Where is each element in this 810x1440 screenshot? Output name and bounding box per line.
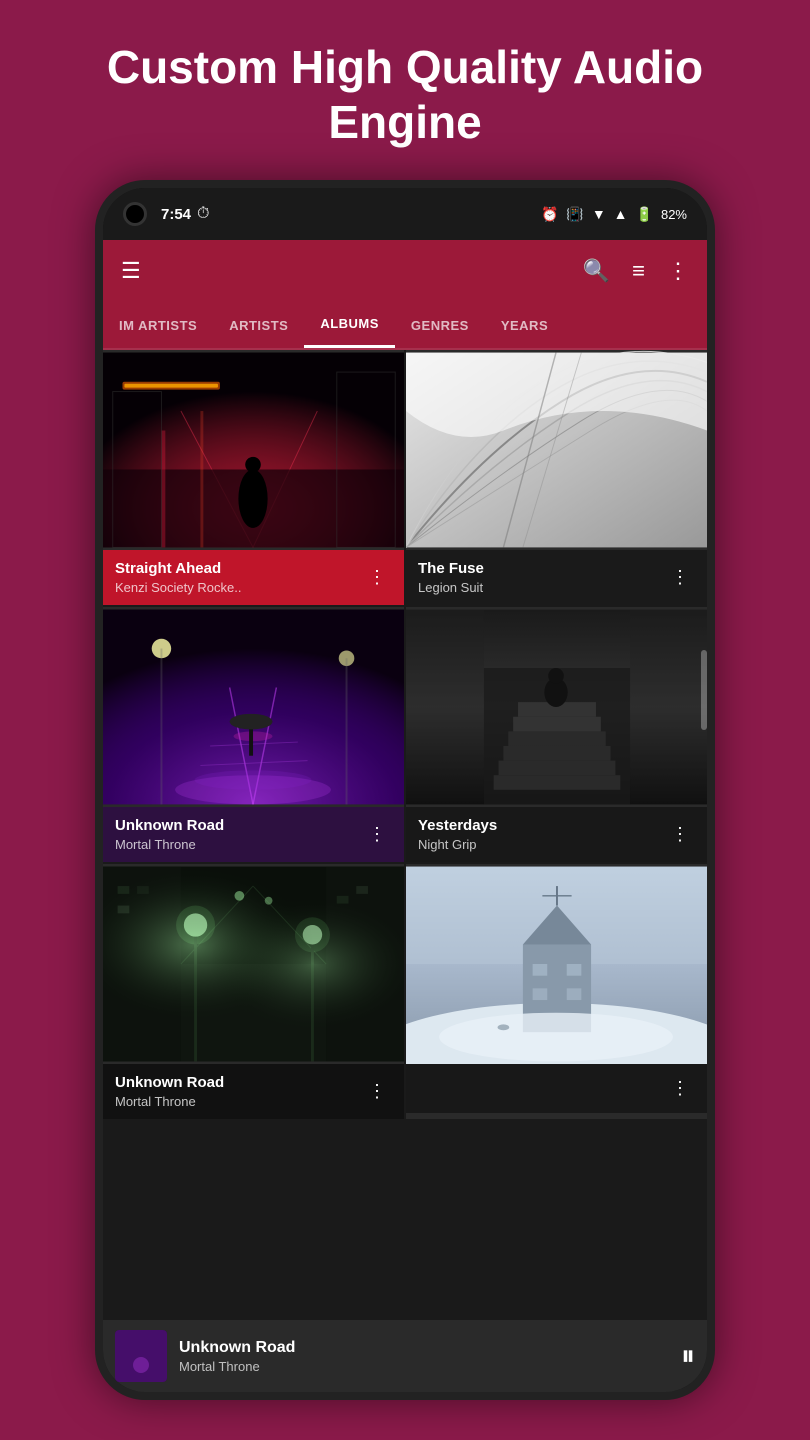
album-item-fuse[interactable]: The Fuse Legion Suit ⋮: [406, 350, 707, 605]
now-playing-bar[interactable]: Unknown Road Mortal Throne ⏸: [103, 1320, 707, 1392]
more-options-icon[interactable]: ⋮: [667, 258, 689, 284]
tabs-bar: IM ARTISTS ARTISTS ALBUMS GENRES YEARS: [103, 302, 707, 350]
album-item-unknown-road[interactable]: Unknown Road Mortal Throne ⋮: [103, 607, 404, 862]
album-more-fuse[interactable]: ⋮: [665, 563, 695, 592]
album-title-yesterdays: Yesterdays: [418, 817, 665, 835]
album-subtitle-straight-ahead: Kenzi Society Rocke..: [115, 580, 362, 595]
album-info-yesterdays: Yesterdays Night Grip ⋮: [406, 807, 707, 862]
battery-level: 82%: [661, 207, 687, 222]
album-title-fuse: The Fuse: [418, 560, 665, 578]
page-header-title: Custom High Quality Audio Engine: [0, 0, 810, 180]
album-text-fuse: The Fuse Legion Suit: [418, 560, 665, 595]
filter-icon[interactable]: ≡: [632, 258, 645, 284]
scroll-indicator: [701, 650, 707, 730]
signal-icon: ▲: [614, 206, 628, 222]
tab-albums[interactable]: ALBUMS: [304, 302, 395, 348]
album-subtitle-unknown-road-2: Mortal Throne: [115, 1094, 362, 1109]
album-more-yesterdays[interactable]: ⋮: [665, 820, 695, 849]
album-text-arctic: [418, 1088, 665, 1090]
album-info-arctic: ⋮: [406, 1064, 707, 1113]
now-playing-thumbnail: [115, 1330, 167, 1382]
album-info-fuse: The Fuse Legion Suit ⋮: [406, 550, 707, 605]
toolbar: ☰ 🔍 ≡ ⋮: [103, 240, 707, 302]
album-item-arctic[interactable]: ⋮: [406, 864, 707, 1119]
album-text-unknown-road-2: Unknown Road Mortal Throne: [115, 1074, 362, 1109]
album-subtitle-unknown-road: Mortal Throne: [115, 837, 362, 852]
status-bar: 7:54 ⏱ ⏰ 📳 ▼ ▲ 🔋 82%: [103, 188, 707, 240]
menu-icon[interactable]: ☰: [121, 258, 141, 284]
alarm-icon: ⏰: [541, 206, 558, 223]
status-left: 7:54 ⏱: [123, 202, 210, 226]
album-grid: Straight Ahead Kenzi Society Rocke.. ⋮: [103, 350, 707, 1119]
tab-genres[interactable]: GENRES: [395, 302, 485, 348]
album-text-unknown-road: Unknown Road Mortal Throne: [115, 817, 362, 852]
vibrate-icon: 📳: [566, 206, 583, 223]
album-item-unknown-road-2[interactable]: Unknown Road Mortal Throne ⋮: [103, 864, 404, 1119]
battery-icon: 🔋: [636, 206, 653, 223]
album-text-yesterdays: Yesterdays Night Grip: [418, 817, 665, 852]
album-subtitle-fuse: Legion Suit: [418, 580, 665, 595]
album-title-unknown-road: Unknown Road: [115, 817, 362, 835]
album-item-straight-ahead[interactable]: Straight Ahead Kenzi Society Rocke.. ⋮: [103, 350, 404, 605]
now-playing-controls: ⏸: [681, 1340, 695, 1373]
album-title-unknown-road-2: Unknown Road: [115, 1074, 362, 1092]
album-more-unknown-road[interactable]: ⋮: [362, 820, 392, 849]
tab-years[interactable]: YEARS: [485, 302, 564, 348]
tab-im-artists[interactable]: IM ARTISTS: [103, 302, 213, 348]
album-more-straight-ahead[interactable]: ⋮: [362, 563, 392, 592]
tab-artists[interactable]: ARTISTS: [213, 302, 304, 348]
album-more-arctic[interactable]: ⋮: [665, 1074, 695, 1103]
now-playing-title: Unknown Road: [179, 1339, 669, 1357]
album-info-unknown-road-2: Unknown Road Mortal Throne ⋮: [103, 1064, 404, 1119]
album-subtitle-yesterdays: Night Grip: [418, 837, 665, 852]
pause-button[interactable]: ⏸: [681, 1340, 695, 1373]
album-info-straight-ahead: Straight Ahead Kenzi Society Rocke.. ⋮: [103, 550, 404, 605]
search-icon[interactable]: 🔍: [583, 258, 610, 284]
now-playing-info: Unknown Road Mortal Throne: [179, 1339, 669, 1374]
content-area: Straight Ahead Kenzi Society Rocke.. ⋮: [103, 350, 707, 1320]
phone-frame: 7:54 ⏱ ⏰ 📳 ▼ ▲ 🔋 82% ☰ 🔍 ≡ ⋮ IM ARTISTS …: [95, 180, 715, 1400]
status-time: 7:54: [161, 206, 191, 223]
status-right: ⏰ 📳 ▼ ▲ 🔋 82%: [541, 206, 687, 223]
album-title-straight-ahead: Straight Ahead: [115, 560, 362, 578]
album-text-straight-ahead: Straight Ahead Kenzi Society Rocke..: [115, 560, 362, 595]
album-more-unknown-road-2[interactable]: ⋮: [362, 1077, 392, 1106]
album-item-yesterdays[interactable]: Yesterdays Night Grip ⋮: [406, 607, 707, 862]
toolbar-right: 🔍 ≡ ⋮: [583, 258, 689, 284]
camera: [123, 202, 147, 226]
album-info-unknown-road: Unknown Road Mortal Throne ⋮: [103, 807, 404, 862]
wifi-icon: ▼: [592, 206, 606, 222]
now-playing-artist: Mortal Throne: [179, 1359, 669, 1374]
toolbar-left: ☰: [121, 258, 141, 284]
timer-icon: ⏱: [197, 205, 209, 223]
